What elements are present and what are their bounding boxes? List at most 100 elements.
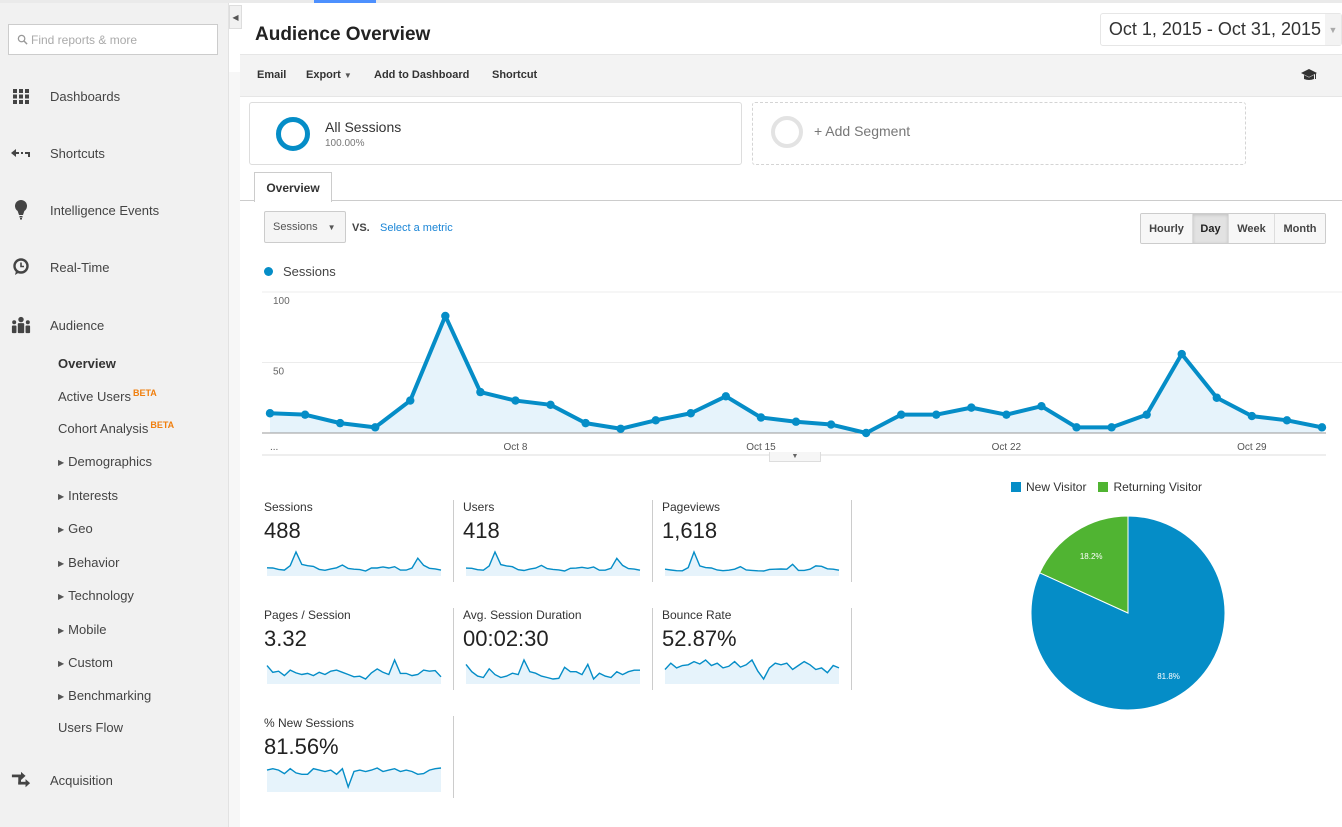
lightbulb-icon (11, 200, 31, 220)
granularity-month-button[interactable]: Month (1275, 214, 1325, 243)
metric-sparkline (465, 550, 641, 576)
sidebar-item-real-time[interactable]: Real-Time (0, 252, 229, 282)
sidebar-subitem-geo[interactable]: ▶ Geo (58, 521, 93, 536)
data-point (371, 423, 380, 432)
chevron-down-icon: ▼ (1325, 14, 1341, 45)
sidebar-item-shortcuts[interactable]: Shortcuts (0, 138, 229, 168)
data-point (1282, 416, 1292, 425)
granularity-hourly-button[interactable]: Hourly (1141, 214, 1193, 243)
metric-divider (652, 608, 653, 690)
sidebar-subitem-technology[interactable]: ▶ Technology (58, 588, 134, 603)
sidebar-item-acquisition[interactable]: Acquisition (0, 765, 229, 795)
metric-card-new-sessions[interactable]: % New Sessions 81.56% (264, 716, 462, 798)
x-tick-label: Oct 22 (992, 442, 1022, 453)
data-point (932, 410, 941, 419)
data-point (651, 416, 660, 425)
sidebar-item-dashboards[interactable]: Dashboards (0, 81, 229, 111)
pie-slice-label: 18.2% (1080, 552, 1103, 561)
metric-divider (453, 608, 454, 690)
metric-divider (453, 716, 454, 798)
sidebar-item-audience[interactable]: Audience (0, 310, 229, 340)
sidebar-subitem-interests[interactable]: ▶ Interests (58, 488, 118, 503)
acquisition-arrows-icon (11, 770, 31, 790)
sidebar-subitem-demographics[interactable]: ▶ Demographics (58, 454, 152, 469)
metric-label: Users (463, 500, 495, 514)
sidebar-item-label: Intelligence Events (50, 202, 160, 218)
granularity-day-button[interactable]: Day (1193, 214, 1229, 243)
sidebar-subitem-users-flow[interactable]: Users Flow (58, 720, 123, 735)
sidebar-subitem-cohort-analysis[interactable]: Cohort Analysis BETA (58, 420, 174, 436)
add-to-dashboard-button[interactable]: Add to Dashboard (374, 69, 469, 81)
sidebar-item-label: Shortcuts (50, 145, 105, 161)
metric-value: 418 (463, 518, 500, 543)
data-point (406, 396, 415, 405)
sessions-line-chart: 10050... Oct 8 Oct 15 Oct 22 Oct 29 (262, 291, 1342, 456)
add-segment-button[interactable]: + Add Segment (752, 102, 1246, 165)
shortcut-button[interactable]: Shortcut (492, 69, 537, 81)
sidebar-subitem-overview[interactable]: Overview (58, 356, 116, 371)
data-point (1072, 423, 1081, 432)
subitem-label: Benchmarking (68, 688, 152, 703)
data-point (1317, 423, 1327, 432)
data-point (1212, 393, 1221, 402)
metric-card-bounce-rate[interactable]: Bounce Rate 52.87% (662, 608, 860, 690)
sidebar-subitem-custom[interactable]: ▶ Custom (58, 655, 113, 670)
data-point (476, 387, 485, 397)
date-range-picker[interactable]: Oct 1, 2015 - Oct 31, 2015 ▼ (1099, 13, 1342, 46)
shortcut-arrow-icon (11, 143, 31, 163)
metric-card-pages-session[interactable]: Pages / Session 3.32 (264, 608, 462, 690)
data-point (1107, 423, 1116, 432)
metric-value: 488 (264, 518, 301, 543)
metric-card-avg-session-duration[interactable]: Avg. Session Duration 00:02:30 (463, 608, 661, 690)
select-metric-link[interactable]: Select a metric (380, 222, 453, 234)
sidebar-subitem-active-users[interactable]: Active Users BETA (58, 388, 157, 404)
subitem-label: Geo (68, 521, 93, 536)
subitem-label: Overview (58, 356, 116, 371)
metric-label: Pages / Session (264, 608, 351, 622)
metric-card-users[interactable]: Users 418 (463, 500, 661, 582)
data-point (581, 418, 590, 428)
sidebar-subitem-benchmarking[interactable]: ▶ Benchmarking (58, 688, 151, 703)
pie-legend-item: New Visitor (1011, 480, 1086, 494)
page-title: Audience Overview (255, 24, 431, 45)
sidebar-subitem-mobile[interactable]: ▶ Mobile (58, 622, 106, 637)
segment-percent: 100.00% (325, 138, 365, 149)
subitem-label: Custom (68, 655, 113, 670)
metric-label: Sessions (264, 500, 313, 514)
expand-chart-button[interactable]: ▼ (769, 452, 821, 462)
granularity-week-button[interactable]: Week (1229, 214, 1275, 243)
data-point (300, 410, 310, 419)
graduation-cap-icon[interactable] (1301, 68, 1317, 82)
metric-label: Avg. Session Duration (463, 608, 582, 622)
data-point (1177, 349, 1186, 359)
subitem-label: Active Users (58, 389, 131, 404)
tab-overview[interactable]: Overview (254, 172, 332, 202)
subitem-label: Interests (68, 488, 119, 503)
search-box[interactable] (8, 24, 218, 55)
tab-bar-divider (240, 200, 1342, 201)
metric-divider (851, 608, 852, 690)
data-point (721, 392, 731, 401)
export-button[interactable]: Export ▼ (306, 69, 352, 81)
pie-legend: New Visitor Returning Visitor (1011, 480, 1214, 494)
sidebar-item-label: Real-Time (50, 259, 110, 275)
metric-card-pageviews[interactable]: Pageviews 1,618 (662, 500, 860, 582)
segment-all-sessions[interactable]: All Sessions 100.00% (249, 102, 742, 165)
metric-divider (851, 500, 852, 582)
visitor-pie-chart: 81.8% 18.2% (1030, 515, 1226, 711)
metric-dropdown[interactable]: Sessions ▼ (264, 211, 346, 243)
subitem-label: Demographics (68, 454, 152, 469)
sidebar-item-intelligence-events[interactable]: Intelligence Events (0, 195, 229, 225)
vs-label: VS. (352, 222, 370, 234)
data-point (967, 403, 976, 412)
legend-label: Sessions (283, 264, 336, 279)
sidebar-item-label: Dashboards (50, 88, 121, 104)
sidebar-subitem-behavior[interactable]: ▶ Behavior (58, 555, 119, 570)
metric-sparkline (664, 658, 840, 684)
search-input[interactable] (31, 32, 211, 47)
sidebar-scrollbar[interactable] (229, 72, 240, 827)
pie-slice-label: 81.8% (1157, 672, 1180, 681)
email-button[interactable]: Email (257, 69, 286, 81)
metric-card-sessions[interactable]: Sessions 488 (264, 500, 462, 582)
x-tick-label: Oct 8 (504, 442, 528, 453)
